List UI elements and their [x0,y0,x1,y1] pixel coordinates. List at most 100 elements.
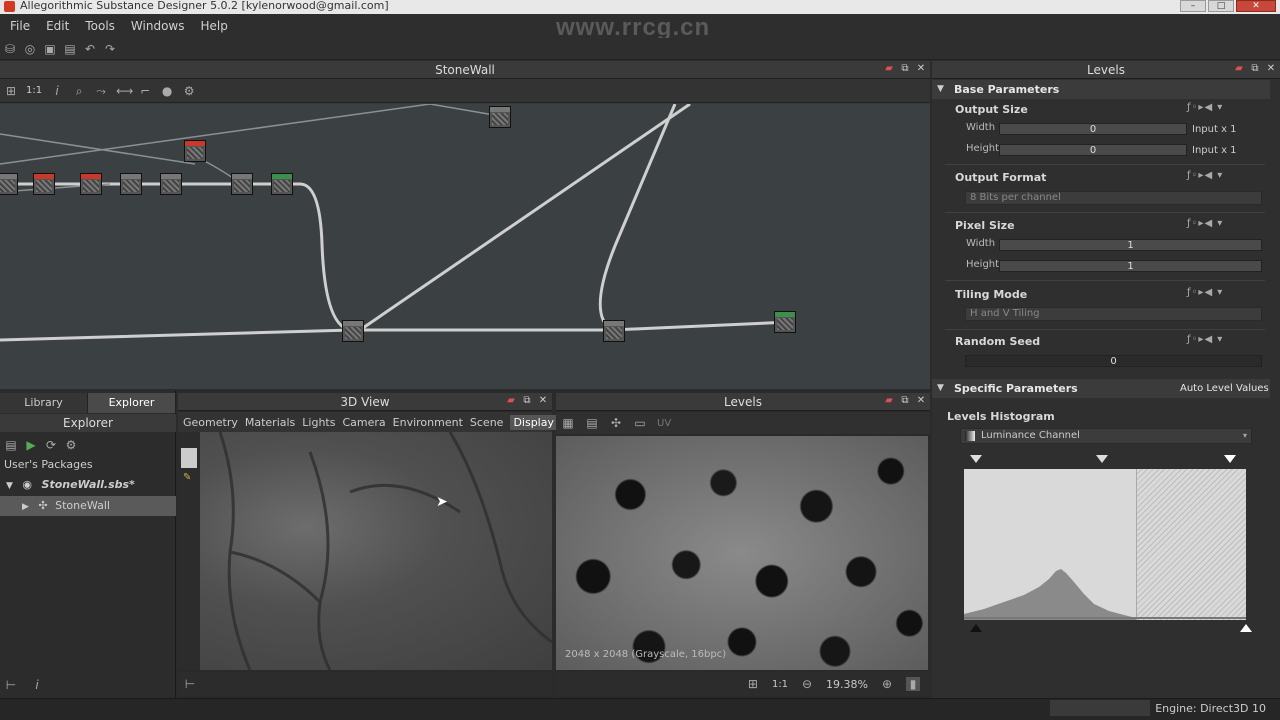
info-icon[interactable]: i [30,678,44,692]
tree-package[interactable]: ▼ ◉ StoneWall.sbs* [0,475,176,495]
link-tool-icon[interactable]: ⤳ [94,84,108,98]
new-package-icon[interactable]: ⛁ [3,42,17,56]
save-icon[interactable]: ▤ [4,438,18,452]
menu-scene[interactable]: Scene [470,416,504,429]
pin-icon[interactable]: ▰ [883,395,895,407]
settings-gear-icon[interactable]: ⚙ [182,84,196,98]
channels-icon[interactable]: ✣ [609,416,623,430]
close-icon[interactable]: ✕ [537,395,549,407]
specific-parameters-header[interactable]: ▼ Specific Parameters Auto Level Values [932,379,1270,398]
parameter-function-icons[interactable]: ƒ◦▸◀ ▾ [1187,102,1223,113]
collapse-arrow-icon[interactable]: ▼ [937,379,944,398]
output-width-mode[interactable]: Input x 1 [1192,124,1237,135]
maximize-button[interactable]: □ [1208,0,1234,12]
output-height-mode[interactable]: Input x 1 [1192,145,1237,156]
output-width-slider[interactable]: 0 [999,123,1187,135]
display-mode-icon[interactable]: ● [160,84,174,98]
close-icon[interactable]: ✕ [1265,63,1277,75]
export-icon[interactable]: ▤ [585,416,599,430]
auto-level-button[interactable]: Auto Level [1180,379,1233,398]
expand-arrow-icon[interactable]: ▼ [6,481,13,491]
values-button[interactable]: Values [1236,379,1269,398]
menu-help[interactable]: Help [192,14,235,38]
fit-view-icon[interactable]: ⊞ [4,84,18,98]
input-mid-marker[interactable] [1096,455,1108,463]
tiling-mode-dropdown[interactable]: H and V Tiling [965,307,1262,321]
collapse-arrow-icon[interactable]: ▼ [937,80,944,99]
menu-edit[interactable]: Edit [38,14,77,38]
zoom-ratio[interactable]: 1:1 [26,85,42,96]
output-high-marker[interactable] [1240,624,1252,632]
graph-node-output[interactable] [774,311,796,333]
zoom-ratio[interactable]: 1:1 [772,679,788,690]
random-seed-field[interactable]: 0 [965,355,1262,367]
hierarchy-icon[interactable]: ⊢ [4,678,18,692]
pin-icon[interactable]: ▰ [505,395,517,407]
graph-node[interactable] [160,173,182,195]
float-icon[interactable]: ⧉ [1249,63,1261,75]
float-icon[interactable]: ⧉ [899,395,911,407]
parameter-function-icons[interactable]: ƒ◦▸◀ ▾ [1187,334,1223,345]
parameter-function-icons[interactable]: ƒ◦▸◀ ▾ [1187,287,1223,298]
pin-icon[interactable]: ▰ [883,63,895,75]
settings-gear-icon[interactable]: ⚙ [64,438,78,452]
pin-icon[interactable]: ▰ [1233,63,1245,75]
fit-icon[interactable]: ⊞ [746,677,760,691]
parameter-function-icons[interactable]: ƒ◦▸◀ ▾ [1187,218,1223,229]
output-low-marker[interactable] [970,624,982,632]
tree-graph-item[interactable]: ▶ ✣ StoneWall [0,496,176,516]
output-height-slider[interactable]: 0 [999,144,1187,156]
close-window-button[interactable]: ✕ [1236,0,1276,12]
graph-canvas[interactable] [0,104,930,389]
close-icon[interactable]: ✕ [915,395,927,407]
tab-library[interactable]: Library [0,393,88,413]
menu-geometry[interactable]: Geometry [183,416,238,429]
input-high-marker[interactable] [1224,455,1236,463]
input-low-marker[interactable] [970,455,982,463]
graph-node[interactable] [33,173,55,195]
graph-node[interactable] [271,173,293,195]
graph-node[interactable] [231,173,253,195]
3d-viewport[interactable]: ➤ [200,432,552,670]
output-format-dropdown[interactable]: 8 Bits per channel [965,191,1262,205]
pixel-height-slider[interactable]: 1 [999,260,1262,272]
collapse-arrow-icon[interactable]: ▶ [22,502,29,512]
graph-node[interactable] [80,173,102,195]
graph-node-levels[interactable] [603,320,625,342]
base-parameters-header[interactable]: ▼ Base Parameters [932,80,1270,99]
menu-materials[interactable]: Materials [245,416,295,429]
minimize-button[interactable]: – [1180,0,1206,12]
menu-file[interactable]: File [2,14,38,38]
play-icon[interactable]: ▶ [24,438,38,452]
levels-histogram[interactable] [964,469,1246,620]
uv-label[interactable]: UV [657,418,671,429]
menu-windows[interactable]: Windows [123,14,193,38]
open-icon[interactable]: ▣ [43,42,57,56]
new-graph-icon[interactable]: ◎ [23,42,37,56]
zoom-out-icon[interactable]: ⊖ [800,677,814,691]
menu-camera[interactable]: Camera [342,416,385,429]
connector-icon[interactable]: ⌐ [138,84,152,98]
align-tool-icon[interactable]: ⟷ [116,84,133,98]
redo-icon[interactable]: ↷ [103,42,117,56]
graph-node[interactable] [489,106,511,128]
2d-viewport[interactable] [556,436,928,670]
zoom-in-icon[interactable]: ⊕ [880,677,894,691]
float-icon[interactable]: ⧉ [899,63,911,75]
float-icon[interactable]: ⧉ [521,395,533,407]
tiling-icon[interactable]: ▦ [561,416,575,430]
hierarchy-icon[interactable]: ⊢ [183,677,197,691]
pixel-width-slider[interactable]: 1 [999,239,1262,251]
light-tool-icon[interactable]: ✎ [183,472,191,483]
parameter-function-icons[interactable]: ƒ◦▸◀ ▾ [1187,170,1223,181]
undo-icon[interactable]: ↶ [83,42,97,56]
uv-icon[interactable]: ▭ [633,416,647,430]
menu-environment[interactable]: Environment [393,416,463,429]
lock-icon[interactable]: ▮ [906,677,920,691]
menu-display[interactable]: Display [510,414,557,430]
graph-node[interactable] [342,320,364,342]
close-icon[interactable]: ✕ [915,63,927,75]
info-icon[interactable]: i [50,84,64,98]
magnifier-icon[interactable]: ⌕ [72,84,86,98]
tab-explorer[interactable]: Explorer [88,393,176,413]
